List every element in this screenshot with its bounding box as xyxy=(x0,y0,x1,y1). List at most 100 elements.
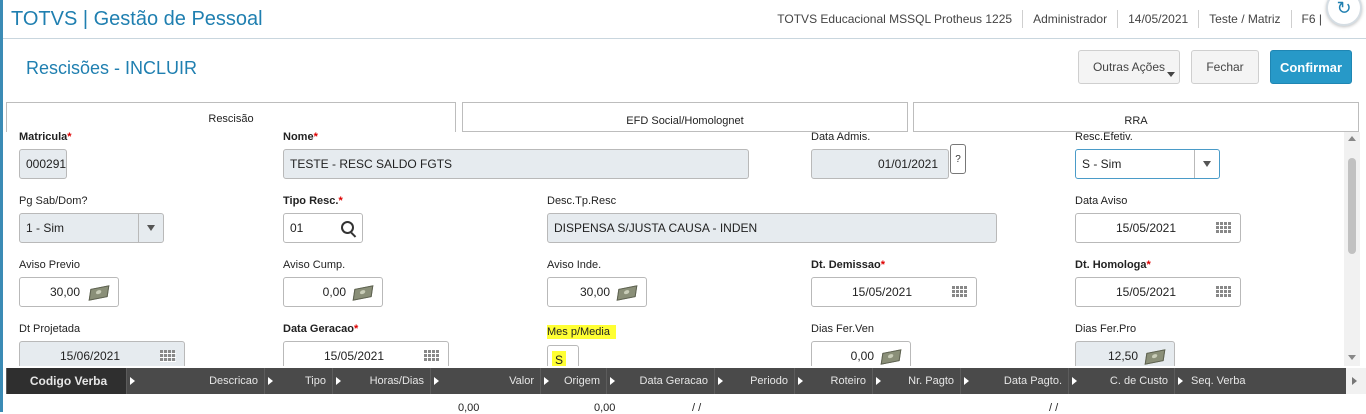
search-icon[interactable] xyxy=(341,221,354,234)
pg-sab-dom-value: 1 - Sim xyxy=(26,221,65,235)
calculator-icon[interactable] xyxy=(88,285,110,301)
table-row[interactable]: 0,00 0,00 / / / / xyxy=(6,396,1346,414)
dias-fer-ven-input[interactable]: 0,00 xyxy=(811,341,911,366)
tipo-resc-input[interactable]: 01 xyxy=(283,213,363,243)
grid-scroll-right[interactable] xyxy=(1346,368,1366,394)
tipo-resc-label: Tipo Resc. xyxy=(283,195,339,207)
dias-fer-pro-input[interactable]: 12,50 xyxy=(1075,341,1175,366)
tab-rra[interactable]: RRA xyxy=(913,102,1359,132)
pg-sab-dom-select[interactable]: 1 - Sim xyxy=(19,213,164,243)
scroll-thumb[interactable] xyxy=(1348,158,1356,254)
page-bar: Rescisões - INCLUIR Outras Ações Fechar … xyxy=(6,42,1358,98)
chevron-down-icon xyxy=(1203,161,1211,167)
column-header-data-pagto[interactable]: Data Pagto. xyxy=(960,368,1068,394)
column-header-nr-pagto[interactable]: Nr. Pagto xyxy=(872,368,960,394)
dt-projetada-input[interactable]: 15/06/2021 xyxy=(19,341,185,366)
calculator-icon[interactable] xyxy=(880,349,902,365)
data-admis-input[interactable]: 01/01/2021 xyxy=(811,149,949,179)
calendar-icon[interactable] xyxy=(952,286,968,298)
dt-demissao-field: Dt. Demissao* 15/05/2021 xyxy=(811,258,977,307)
column-header-roteiro[interactable]: Roteiro xyxy=(794,368,872,394)
desc-tp-resc-input[interactable]: DISPENSA S/JUSTA CAUSA - INDEN xyxy=(547,213,997,243)
pg-sab-dom-field: Pg Sab/Dom? 1 - Sim xyxy=(19,194,164,243)
matricula-label: Matricula xyxy=(19,132,68,143)
cell-data-pagto: / / xyxy=(1049,402,1059,414)
cell-horas-dias: 0,00 xyxy=(458,402,480,414)
column-header-descricao[interactable]: Descricao xyxy=(126,368,264,394)
column-header-data-geracao[interactable]: Data Geracao xyxy=(606,368,714,394)
user-label[interactable]: Administrador xyxy=(1022,10,1117,28)
nome-label: Nome xyxy=(283,132,314,143)
calculator-icon[interactable] xyxy=(352,285,374,301)
environment-label: TOTVS Educacional MSSQL Protheus 1225 xyxy=(777,12,1013,26)
aviso-cump-field: Aviso Cump. 0,00 xyxy=(283,258,383,307)
aviso-cump-input[interactable]: 0,00 xyxy=(283,277,383,307)
nome-input[interactable]: TESTE - RESC SALDO FGTS xyxy=(283,149,749,179)
scroll-down-icon[interactable] xyxy=(1348,355,1356,360)
resc-efetiv-select[interactable]: S - Sim xyxy=(1075,149,1220,179)
cell-valor: 0,00 xyxy=(594,402,616,414)
tab-label: EFD Social/Homolognet xyxy=(626,115,744,127)
column-header-c-de-custo[interactable]: C. de Custo xyxy=(1068,368,1174,394)
tab-rescisao[interactable]: Rescisão xyxy=(6,102,456,134)
form-scrollbar[interactable] xyxy=(1344,132,1360,366)
matricula-input[interactable]: 000291 xyxy=(19,149,67,179)
resc-efetiv-label: Resc.Efetiv. xyxy=(1075,132,1133,143)
tab-label: RRA xyxy=(1124,115,1148,127)
triangle-right-icon xyxy=(718,377,723,385)
chevron-down-icon xyxy=(147,225,155,231)
column-header-valor[interactable]: Valor xyxy=(430,368,540,394)
dt-demissao-input[interactable]: 15/05/2021 xyxy=(811,277,977,307)
calendar-icon[interactable] xyxy=(160,350,176,362)
column-header-origem[interactable]: Origem xyxy=(540,368,606,394)
aviso-inde-field: Aviso Inde. 30,00 xyxy=(547,258,647,307)
window-frame xyxy=(0,0,3,412)
aviso-previo-input[interactable]: 30,00 xyxy=(19,277,119,307)
help-button[interactable]: ? xyxy=(950,144,966,174)
dt-homologa-value: 15/05/2021 xyxy=(1115,285,1177,299)
tab-efd-social[interactable]: EFD Social/Homolognet xyxy=(462,102,908,132)
other-actions-label: Outras Ações xyxy=(1092,60,1166,74)
other-actions-button[interactable]: Outras Ações xyxy=(1078,50,1180,84)
column-header-seq-verba[interactable]: Seq. Verba xyxy=(1174,368,1266,394)
app-header: TOTVS | Gestão de Pessoal TOTVS Educacio… xyxy=(3,0,1366,39)
column-header-horas-dias[interactable]: Horas/Dias xyxy=(332,368,430,394)
mes-media-input[interactable]: S xyxy=(547,345,579,366)
dias-fer-ven-field: Dias Fer.Ven 0,00 xyxy=(811,322,911,366)
calculator-icon[interactable] xyxy=(616,285,638,301)
header-info: TOTVS Educacional MSSQL Protheus 1225 Ad… xyxy=(767,0,1352,38)
dias-fer-pro-value: 12,50 xyxy=(1107,349,1138,363)
data-aviso-label: Data Aviso xyxy=(1075,195,1128,207)
data-geracao-input[interactable]: 15/05/2021 xyxy=(283,341,449,366)
calendar-icon[interactable] xyxy=(1216,286,1232,298)
confirm-button[interactable]: Confirmar xyxy=(1270,50,1352,84)
caret-down-icon xyxy=(1167,72,1175,77)
dt-demissao-value: 15/05/2021 xyxy=(851,285,913,299)
aviso-previo-value: 30,00 xyxy=(49,285,80,299)
aviso-cump-value: 0,00 xyxy=(322,285,346,299)
verbas-grid-header: Codigo Verba Descricao Tipo Horas/Dias V… xyxy=(6,368,1346,394)
triangle-right-icon xyxy=(610,377,615,385)
data-admis-label: Data Admis. xyxy=(811,132,871,143)
close-button[interactable]: Fechar xyxy=(1191,50,1259,84)
calendar-icon[interactable] xyxy=(1216,222,1232,234)
column-header-tipo[interactable]: Tipo xyxy=(264,368,332,394)
scroll-right-icon[interactable] xyxy=(1352,377,1357,385)
column-header-codigo-verba[interactable]: Codigo Verba xyxy=(6,368,126,394)
desc-tp-resc-label: Desc.Tp.Resc xyxy=(547,195,617,207)
aviso-cump-label: Aviso Cump. xyxy=(283,259,346,271)
data-geracao-value: 15/05/2021 xyxy=(323,349,385,363)
data-geracao-field: Data Geracao* 15/05/2021 xyxy=(283,322,449,366)
dt-homologa-input[interactable]: 15/05/2021 xyxy=(1075,277,1241,307)
calculator-icon[interactable] xyxy=(1144,349,1166,365)
column-header-periodo[interactable]: Periodo xyxy=(714,368,794,394)
triangle-right-icon xyxy=(336,377,341,385)
dias-fer-pro-field: Dias Fer.Pro 12,50 xyxy=(1075,322,1175,366)
calendar-icon[interactable] xyxy=(424,350,440,362)
company-label[interactable]: Teste / Matriz xyxy=(1198,10,1290,28)
aviso-inde-input[interactable]: 30,00 xyxy=(547,277,647,307)
data-aviso-input[interactable]: 15/05/2021 xyxy=(1075,213,1241,243)
resc-efetiv-value: S - Sim xyxy=(1082,157,1122,171)
pg-sab-dom-label: Pg Sab/Dom? xyxy=(19,195,88,207)
scroll-up-icon[interactable] xyxy=(1348,136,1356,141)
